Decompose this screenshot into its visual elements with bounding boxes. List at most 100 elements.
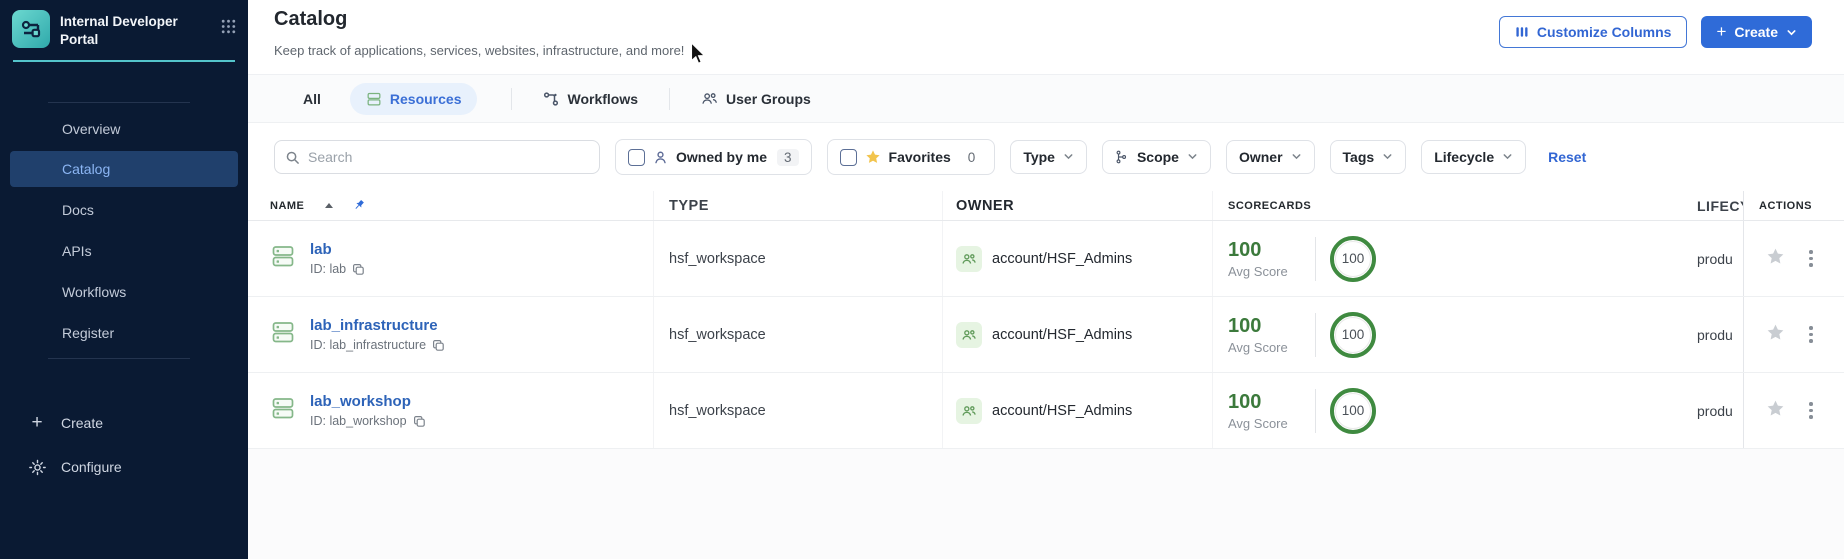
copy-icon[interactable] [432,339,445,352]
sidebar-header: Internal Developer Portal [0,0,248,48]
create-button-label: Create [1734,24,1778,40]
avg-score-value: 100 [1228,314,1262,337]
owned-by-me-label: Owned by me [676,149,768,165]
gear-icon [28,459,46,476]
main-content: Catalog Keep track of applications, serv… [248,0,1844,559]
owner-dropdown[interactable]: Owner [1225,140,1315,174]
column-header-lifecycle[interactable]: LIFECY [1697,191,1743,220]
tab-workflows-label: Workflows [567,90,639,107]
owned-by-me-checkbox[interactable] [628,148,645,166]
page-subtitle: Keep track of applications, services, we… [274,43,685,58]
copy-icon[interactable] [352,263,365,276]
score-ring-value: 100 [1335,392,1371,429]
chevron-down-icon [1063,149,1074,165]
entity-name-link[interactable]: lab [310,241,365,258]
owner-group-icon [956,245,982,272]
row-menu-kebab-icon[interactable] [1807,324,1815,345]
entity-id: ID: lab_infrastructure [310,338,427,352]
star-icon [865,149,881,165]
sort-ascending-icon [325,203,334,208]
sidebar-create-label: Create [61,415,104,432]
column-type-label: TYPE [669,197,709,214]
table-row: lab ID: lab hsf_workspace account/HSF_Ad… [248,221,1844,297]
favorite-star-icon[interactable] [1766,247,1785,271]
search-input[interactable] [308,149,589,165]
plus-icon: + [1716,22,1727,41]
entity-lifecycle: produ [1697,326,1733,343]
plus-icon: + [31,412,43,434]
column-header-actions: ACTIONS [1743,191,1844,220]
tab-resources-label: Resources [389,90,462,107]
entity-name-link[interactable]: lab_infrastructure [310,317,445,334]
create-button[interactable]: + Create [1701,16,1812,48]
lifecycle-dropdown[interactable]: Lifecycle [1421,140,1527,174]
sidebar-divider [48,358,190,360]
tab-user-groups[interactable]: User Groups [688,83,824,115]
column-owner-label: OWNER [956,197,1015,214]
catalog-table: NAME TYPE OWNER SCORECARDS LIFECY ACTION… [248,191,1844,449]
entity-type: hsf_workspace [653,297,942,372]
resource-stack-icon [270,395,296,426]
app-switcher-grid-icon[interactable] [221,19,236,39]
sidebar-item-overview[interactable]: Overview [0,108,248,149]
avg-score-label: Avg Score [1228,415,1288,431]
column-header-owner[interactable]: OWNER [942,191,1212,220]
owner-name[interactable]: account/HSF_Admins [992,251,1132,267]
sidebar-item-catalog[interactable]: Catalog [10,151,238,188]
tab-all[interactable]: All [290,83,334,115]
app-logo-icon [12,10,50,48]
avg-score-value: 100 [1228,390,1262,413]
type-dropdown[interactable]: Type [1010,140,1087,174]
row-menu-kebab-icon[interactable] [1807,248,1815,269]
customize-columns-button[interactable]: Customize Columns [1498,16,1688,48]
owned-by-me-count: 3 [777,148,799,166]
sidebar-create-button[interactable]: + Create [0,401,248,445]
favorites-count: 0 [967,149,976,165]
owner-group-icon [956,397,982,424]
favorites-filter[interactable]: Favorites 0 [826,139,996,175]
copy-icon[interactable] [413,415,426,428]
owner-name[interactable]: account/HSF_Admins [992,403,1132,419]
reset-filters-link[interactable]: Reset [1548,149,1586,165]
column-header-type[interactable]: TYPE [653,191,942,220]
scope-dropdown[interactable]: Scope [1101,140,1211,174]
favorites-checkbox[interactable] [839,148,857,166]
favorite-star-icon[interactable] [1766,399,1785,423]
resource-stack-icon [366,91,382,107]
sidebar-item-docs[interactable]: Docs [0,189,248,230]
pin-icon[interactable] [353,199,366,212]
avg-score-label: Avg Score [1228,339,1288,355]
sidebar-item-apis[interactable]: APIs [0,230,248,271]
column-name-label: NAME [270,199,305,212]
sidebar-configure-button[interactable]: Configure [0,445,248,489]
customize-columns-label: Customize Columns [1536,24,1672,40]
chevron-down-icon [1786,27,1797,38]
catalog-tabbar: All Resources Workflows User Groups [248,75,1844,123]
sidebar-accent-rule [13,60,235,63]
app-title: Internal Developer Portal [60,14,178,47]
tab-workflows[interactable]: Workflows [530,83,651,115]
column-header-name[interactable]: NAME [248,191,653,220]
table-row: lab_workshop ID: lab_workshop hsf_worksp… [248,373,1844,449]
chevron-down-icon [1187,149,1198,165]
entity-name-link[interactable]: lab_workshop [310,393,426,410]
tab-resources[interactable]: Resources [349,82,478,115]
chevron-down-icon [1382,149,1393,165]
entity-id: ID: lab_workshop [310,414,407,428]
owner-name[interactable]: account/HSF_Admins [992,327,1132,343]
row-menu-kebab-icon[interactable] [1807,400,1815,421]
column-actions-label: ACTIONS [1759,199,1812,212]
entity-lifecycle: produ [1697,250,1733,267]
columns-icon [1515,25,1529,39]
chevron-down-icon [1502,149,1513,165]
tab-separator [511,87,513,110]
table-header-row: NAME TYPE OWNER SCORECARDS LIFECY ACTION… [248,191,1844,221]
sidebar-item-register[interactable]: Register [0,312,248,353]
scope-dropdown-label: Scope [1136,149,1179,165]
favorites-label: Favorites [888,149,951,165]
column-header-scorecards[interactable]: SCORECARDS [1212,191,1697,220]
tags-dropdown[interactable]: Tags [1329,140,1407,174]
sidebar-item-workflows[interactable]: Workflows [0,271,248,312]
favorite-star-icon[interactable] [1766,323,1785,347]
owned-by-me-filter[interactable]: Owned by me 3 [615,139,812,175]
